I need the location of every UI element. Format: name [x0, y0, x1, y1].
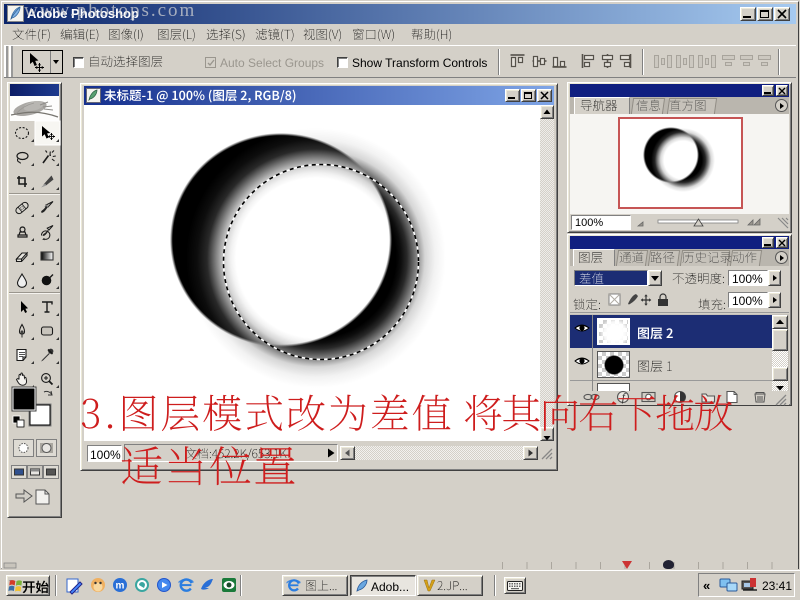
svg-text:m: m — [116, 581, 125, 592]
